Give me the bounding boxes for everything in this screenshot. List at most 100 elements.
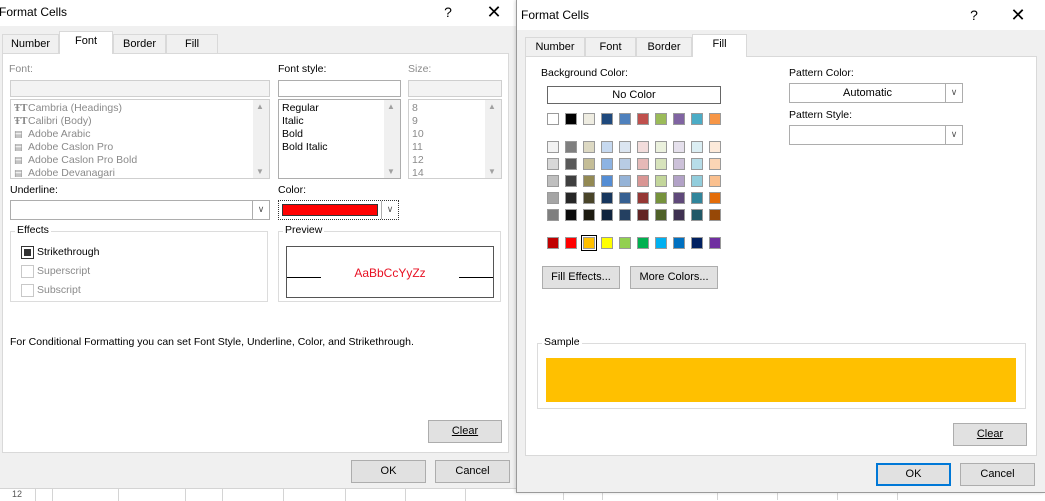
close-button[interactable]: ✕ [482, 2, 506, 22]
standard-color-swatch[interactable] [547, 237, 559, 249]
chevron-down-icon[interactable]: ∨ [252, 201, 269, 219]
font-list-scrollbar[interactable]: ▲ ▼ [253, 100, 269, 178]
standard-color-swatch[interactable] [581, 235, 597, 251]
theme-shade-swatch[interactable] [691, 141, 703, 153]
standard-color-swatch[interactable] [619, 237, 631, 249]
tab-border[interactable]: Border [636, 37, 692, 57]
theme-shade-swatch[interactable] [637, 209, 649, 221]
theme-shade-swatch[interactable] [565, 209, 577, 221]
list-item[interactable]: ▤ Adobe Caslon Pro Bold [14, 154, 137, 168]
size-list-scrollbar[interactable]: ▲ ▼ [485, 100, 501, 178]
list-item[interactable]: Bold Italic [282, 141, 328, 154]
theme-shade-swatch[interactable] [583, 158, 595, 170]
standard-color-swatch[interactable] [601, 237, 613, 249]
theme-shade-swatch[interactable] [637, 158, 649, 170]
theme-color-swatch[interactable] [565, 113, 577, 125]
theme-color-swatch[interactable] [583, 113, 595, 125]
standard-color-swatch[interactable] [691, 237, 703, 249]
no-color-button[interactable]: No Color [547, 86, 721, 104]
subscript-checkbox[interactable] [21, 284, 34, 297]
list-item[interactable]: 12 [412, 154, 424, 167]
help-button[interactable]: ? [962, 5, 986, 25]
scroll-down-icon[interactable]: ▼ [256, 167, 264, 176]
tab-number[interactable]: Number [2, 34, 59, 54]
standard-color-swatch[interactable] [709, 237, 721, 249]
close-button[interactable]: ✕ [1006, 5, 1030, 25]
theme-shade-swatch[interactable] [655, 209, 667, 221]
theme-color-swatch[interactable] [673, 113, 685, 125]
list-item[interactable]: ▤ Adobe Caslon Pro [14, 141, 113, 155]
font-input[interactable] [10, 80, 270, 97]
theme-shade-swatch[interactable] [691, 209, 703, 221]
theme-shade-swatch[interactable] [637, 141, 649, 153]
theme-shade-swatch[interactable] [655, 175, 667, 187]
theme-shade-swatch[interactable] [691, 192, 703, 204]
chevron-down-icon[interactable]: ∨ [945, 84, 962, 102]
theme-color-swatch[interactable] [637, 113, 649, 125]
cancel-button[interactable]: Cancel [435, 460, 510, 483]
list-item[interactable]: Bold [282, 128, 303, 141]
font-list[interactable]: ŦTCambria (Headings) ŦTCalibri (Body) ▤ A… [10, 99, 270, 179]
superscript-label[interactable]: Superscript [37, 265, 90, 277]
theme-shade-swatch[interactable] [655, 141, 667, 153]
standard-color-swatch[interactable] [565, 237, 577, 249]
list-item[interactable]: 9 [412, 115, 418, 128]
theme-shade-swatch[interactable] [619, 192, 631, 204]
theme-shade-swatch[interactable] [547, 158, 559, 170]
theme-shade-swatch[interactable] [691, 175, 703, 187]
list-item[interactable]: Italic [282, 115, 304, 128]
tab-number[interactable]: Number [525, 37, 585, 57]
color-dropdown[interactable]: ∨ [278, 200, 399, 220]
list-item[interactable]: ŦTCalibri (Body) [14, 115, 92, 129]
theme-shade-swatch[interactable] [673, 209, 685, 221]
theme-shade-swatch[interactable] [673, 141, 685, 153]
theme-shade-swatch[interactable] [655, 158, 667, 170]
theme-color-swatch[interactable] [709, 113, 721, 125]
strikethrough-checkbox[interactable] [21, 246, 34, 259]
theme-shade-swatch[interactable] [601, 209, 613, 221]
theme-shade-swatch[interactable] [673, 158, 685, 170]
theme-shade-swatch[interactable] [619, 141, 631, 153]
theme-shade-swatch[interactable] [691, 158, 703, 170]
tab-fill[interactable]: Fill [166, 34, 218, 54]
style-list-scrollbar[interactable]: ▲ ▼ [384, 100, 400, 178]
theme-shade-swatch[interactable] [709, 158, 721, 170]
size-list[interactable]: 8 9 10 11 12 14 ▲ ▼ [408, 99, 502, 179]
pattern-style-dropdown[interactable]: ∨ [789, 125, 963, 145]
theme-shade-swatch[interactable] [709, 192, 721, 204]
theme-shade-swatch[interactable] [637, 192, 649, 204]
theme-color-swatch[interactable] [691, 113, 703, 125]
standard-color-swatch[interactable] [637, 237, 649, 249]
more-colors-button[interactable]: More Colors... [630, 266, 718, 289]
chevron-down-icon[interactable]: ∨ [945, 126, 962, 144]
theme-shade-swatch[interactable] [619, 209, 631, 221]
theme-shade-swatch[interactable] [601, 141, 613, 153]
chevron-down-icon[interactable]: ∨ [381, 201, 398, 219]
help-button[interactable]: ? [436, 2, 460, 22]
ok-button[interactable]: OK [876, 463, 951, 486]
theme-shade-swatch[interactable] [709, 209, 721, 221]
theme-shade-swatch[interactable] [601, 175, 613, 187]
theme-color-swatch[interactable] [601, 113, 613, 125]
scroll-up-icon[interactable]: ▲ [256, 102, 264, 111]
tab-fill[interactable]: Fill [692, 34, 747, 57]
font-style-list[interactable]: Regular Italic Bold Bold Italic ▲ ▼ [278, 99, 401, 179]
theme-shade-swatch[interactable] [547, 141, 559, 153]
cancel-button[interactable]: Cancel [960, 463, 1035, 486]
pattern-color-dropdown[interactable]: Automatic ∨ [789, 83, 963, 103]
theme-shade-swatch[interactable] [565, 192, 577, 204]
clear-button[interactable]: Clear [428, 420, 502, 443]
list-item[interactable]: 14 [412, 167, 424, 180]
theme-shade-swatch[interactable] [583, 192, 595, 204]
underline-dropdown[interactable]: ∨ [10, 200, 270, 220]
list-item[interactable]: 10 [412, 128, 424, 141]
clear-button[interactable]: Clear [953, 423, 1027, 446]
list-item[interactable]: 11 [412, 141, 423, 154]
theme-shade-swatch[interactable] [565, 158, 577, 170]
theme-shade-swatch[interactable] [565, 175, 577, 187]
fill-effects-button[interactable]: Fill Effects... [542, 266, 620, 289]
theme-color-swatch[interactable] [547, 113, 559, 125]
tab-font[interactable]: Font [59, 31, 113, 54]
size-input[interactable] [408, 80, 502, 97]
theme-shade-swatch[interactable] [619, 158, 631, 170]
